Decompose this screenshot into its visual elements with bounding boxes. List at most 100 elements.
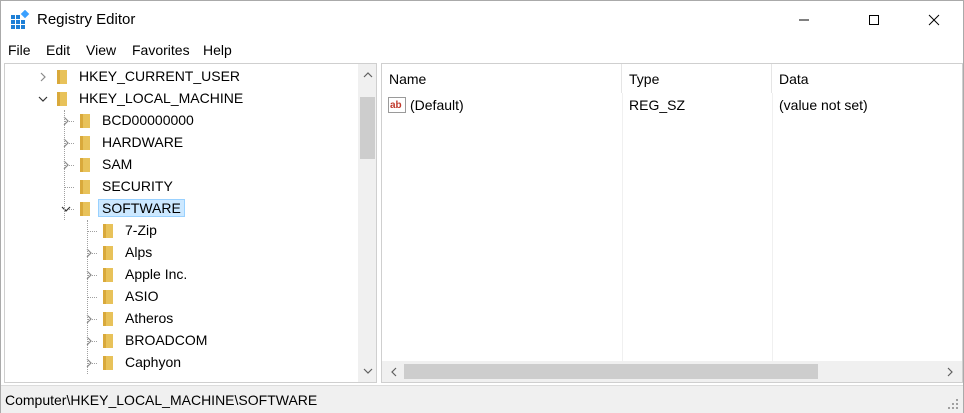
tree-item-label: HKEY_LOCAL_MACHINE bbox=[79, 90, 244, 106]
tree-item-label: BROADCOM bbox=[125, 332, 208, 348]
tree-item[interactable]: 7-Zip bbox=[5, 220, 355, 242]
tree-item-label: BCD00000000 bbox=[102, 112, 194, 128]
folder-icon bbox=[57, 70, 67, 84]
values-list-pane[interactable]: Name Type Data ab (Default) REG_SZ (valu… bbox=[381, 63, 963, 383]
chevron-down-icon[interactable] bbox=[60, 203, 72, 215]
folder-icon bbox=[103, 246, 113, 260]
tree-connector bbox=[64, 187, 74, 188]
tree-item-label: SOFTWARE bbox=[98, 199, 185, 217]
folder-icon bbox=[57, 92, 67, 106]
tree-item[interactable]: BROADCOM bbox=[5, 330, 355, 352]
tree-connector bbox=[87, 297, 97, 298]
tree-item-label: Alps bbox=[125, 244, 153, 260]
list-horizontal-scrollbar[interactable] bbox=[382, 361, 962, 382]
tree-item-label: SAM bbox=[102, 156, 133, 172]
tree-item[interactable]: SECURITY bbox=[5, 176, 355, 198]
minimize-button[interactable] bbox=[781, 1, 827, 39]
resize-grip-icon[interactable] bbox=[947, 398, 959, 410]
tree-item[interactable]: HKEY_LOCAL_MACHINE bbox=[5, 88, 355, 110]
svg-text:ab: ab bbox=[390, 100, 402, 111]
folder-icon bbox=[80, 180, 90, 194]
tree-item[interactable]: SAM bbox=[5, 154, 355, 176]
minimize-icon bbox=[799, 19, 809, 21]
chevron-right-icon[interactable] bbox=[83, 247, 95, 259]
tree-vertical-scrollbar[interactable] bbox=[358, 64, 376, 382]
menu-bar: File Edit View Favorites Help bbox=[1, 39, 963, 63]
chevron-right-icon bbox=[947, 367, 953, 376]
registry-editor-window: Registry Editor File Edit View Favorites… bbox=[0, 0, 964, 413]
current-key-path: Computer\HKEY_LOCAL_MACHINE\SOFTWARE bbox=[5, 392, 318, 408]
close-button[interactable] bbox=[911, 1, 957, 39]
maximize-icon bbox=[869, 15, 879, 25]
chevron-right-icon[interactable] bbox=[60, 115, 72, 127]
registry-editor-app-icon bbox=[11, 10, 30, 29]
status-bar: Computer\HKEY_LOCAL_MACHINE\SOFTWARE bbox=[1, 385, 963, 413]
column-header-data[interactable]: Data bbox=[772, 64, 962, 93]
scroll-thumb[interactable] bbox=[404, 364, 818, 379]
tree-item-label: Caphyon bbox=[125, 354, 182, 370]
menu-favorites[interactable]: Favorites bbox=[132, 42, 190, 58]
scroll-right-button[interactable] bbox=[940, 361, 960, 382]
tree-item[interactable]: BCD00000000 bbox=[5, 110, 355, 132]
folder-icon bbox=[80, 114, 90, 128]
tree-connector bbox=[64, 110, 65, 220]
title-bar: Registry Editor bbox=[1, 1, 963, 39]
column-header-name[interactable]: Name bbox=[382, 64, 622, 93]
tree-item[interactable]: HKEY_CURRENT_USER bbox=[5, 66, 355, 88]
chevron-right-icon[interactable] bbox=[83, 269, 95, 281]
chevron-right-icon[interactable] bbox=[83, 313, 95, 325]
chevron-right-icon[interactable] bbox=[60, 137, 72, 149]
tree-connector bbox=[87, 220, 88, 374]
tree-item-label: HKEY_CURRENT_USER bbox=[79, 68, 241, 84]
chevron-down-icon[interactable] bbox=[37, 93, 49, 105]
close-icon bbox=[928, 14, 940, 26]
chevron-right-icon[interactable] bbox=[37, 71, 49, 83]
tree-item-label: 7-Zip bbox=[125, 222, 157, 238]
scroll-left-button[interactable] bbox=[384, 361, 404, 382]
chevron-right-icon[interactable] bbox=[60, 159, 72, 171]
tree-item-label: SECURITY bbox=[102, 178, 173, 194]
chevron-left-icon bbox=[391, 367, 397, 376]
string-value-icon: ab bbox=[388, 97, 406, 113]
scroll-down-button[interactable] bbox=[358, 362, 376, 380]
tree-item[interactable]: HARDWARE bbox=[5, 132, 355, 154]
folder-icon bbox=[80, 136, 90, 150]
key-tree-pane[interactable]: HKEY_CURRENT_USER HKEY_LOCAL_MACHINE BCD00… bbox=[4, 63, 377, 383]
tree-item[interactable]: Caphyon bbox=[5, 352, 355, 374]
tree-item-label: Atheros bbox=[125, 310, 174, 326]
tree-connector bbox=[87, 231, 97, 232]
chevron-down-icon bbox=[363, 368, 372, 374]
tree-item-label: ASIO bbox=[125, 288, 159, 304]
tree-item[interactable]: ASIO bbox=[5, 286, 355, 308]
chevron-up-icon bbox=[363, 72, 372, 78]
column-header-type[interactable]: Type bbox=[622, 64, 772, 93]
folder-icon bbox=[103, 268, 113, 282]
window-title: Registry Editor bbox=[37, 11, 136, 28]
chevron-right-icon[interactable] bbox=[83, 357, 95, 369]
tree-item[interactable]: Alps bbox=[5, 242, 355, 264]
menu-view[interactable]: View bbox=[86, 42, 116, 58]
tree-item[interactable]: Atheros bbox=[5, 308, 355, 330]
chevron-right-icon[interactable] bbox=[83, 335, 95, 347]
value-type-cell: REG_SZ bbox=[629, 97, 686, 113]
column-divider bbox=[622, 93, 623, 361]
value-data-cell: (value not set) bbox=[779, 97, 868, 113]
folder-icon bbox=[103, 290, 113, 304]
tree-item-label: Apple Inc. bbox=[125, 266, 188, 282]
menu-file[interactable]: File bbox=[8, 42, 31, 58]
value-name-cell: (Default) bbox=[410, 97, 464, 113]
folder-icon bbox=[103, 334, 113, 348]
tree-item[interactable]: SOFTWARE bbox=[5, 198, 355, 220]
tree-item[interactable]: Apple Inc. bbox=[5, 264, 355, 286]
folder-icon bbox=[103, 312, 113, 326]
tree-item-label: HARDWARE bbox=[102, 134, 184, 150]
folder-icon bbox=[103, 224, 113, 238]
menu-help[interactable]: Help bbox=[203, 42, 232, 58]
menu-edit[interactable]: Edit bbox=[46, 42, 70, 58]
column-divider bbox=[772, 93, 773, 361]
maximize-button[interactable] bbox=[851, 1, 897, 39]
folder-icon bbox=[80, 202, 90, 216]
scroll-up-button[interactable] bbox=[358, 66, 376, 84]
scroll-thumb[interactable] bbox=[360, 97, 375, 159]
folder-icon bbox=[80, 158, 90, 172]
